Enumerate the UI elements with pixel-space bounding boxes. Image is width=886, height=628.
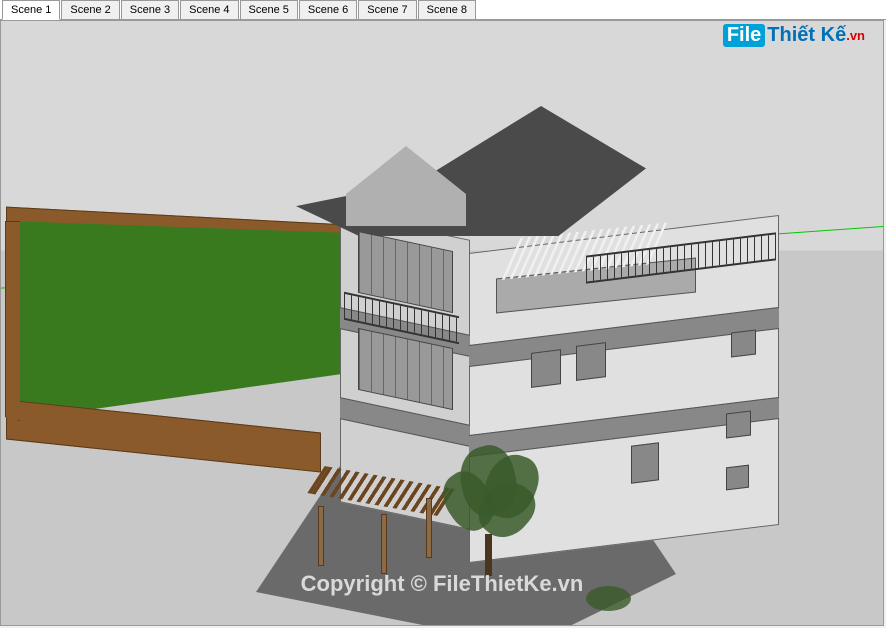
lawn-back bbox=[9, 221, 349, 421]
scene-tab-3[interactable]: Scene 3 bbox=[121, 0, 179, 19]
logo-part-file: File bbox=[723, 24, 765, 47]
scene-tab-1[interactable]: Scene 1 bbox=[2, 0, 60, 20]
entrance-post-1 bbox=[318, 506, 324, 566]
window-side-3 bbox=[731, 329, 756, 357]
scene-tab-6[interactable]: Scene 6 bbox=[299, 0, 357, 19]
window-side-1 bbox=[531, 349, 561, 388]
model-viewport[interactable]: File Thiết Kế .vn Copyright © FileThietK… bbox=[0, 20, 884, 626]
watermark-logo: File Thiết Kế .vn bbox=[723, 24, 865, 47]
window-side-5 bbox=[726, 410, 751, 438]
fence-wall-front bbox=[6, 399, 321, 472]
entrance-post-3 bbox=[426, 498, 432, 558]
watermark-copyright: Copyright © FileThietKe.vn bbox=[301, 571, 584, 597]
scene-tab-7[interactable]: Scene 7 bbox=[358, 0, 416, 19]
tree-trunk bbox=[485, 534, 492, 576]
scene-tab-5[interactable]: Scene 5 bbox=[240, 0, 298, 19]
scene-tabs-bar: Scene 1 Scene 2 Scene 3 Scene 4 Scene 5 … bbox=[0, 0, 886, 20]
window-side-4 bbox=[631, 442, 659, 483]
entrance-post-2 bbox=[381, 514, 387, 574]
roof-gable-face bbox=[346, 146, 466, 226]
house-model bbox=[336, 106, 816, 586]
scene-tab-2[interactable]: Scene 2 bbox=[61, 0, 119, 19]
scene-tab-4[interactable]: Scene 4 bbox=[180, 0, 238, 19]
logo-part-vn: .vn bbox=[846, 28, 865, 43]
logo-part-thietke: Thiết Kế bbox=[767, 24, 846, 47]
scene-tab-8[interactable]: Scene 8 bbox=[418, 0, 476, 19]
window-side-6 bbox=[726, 465, 749, 491]
shrub bbox=[586, 586, 631, 611]
tree-front bbox=[441, 446, 541, 576]
window-side-2 bbox=[576, 342, 606, 381]
